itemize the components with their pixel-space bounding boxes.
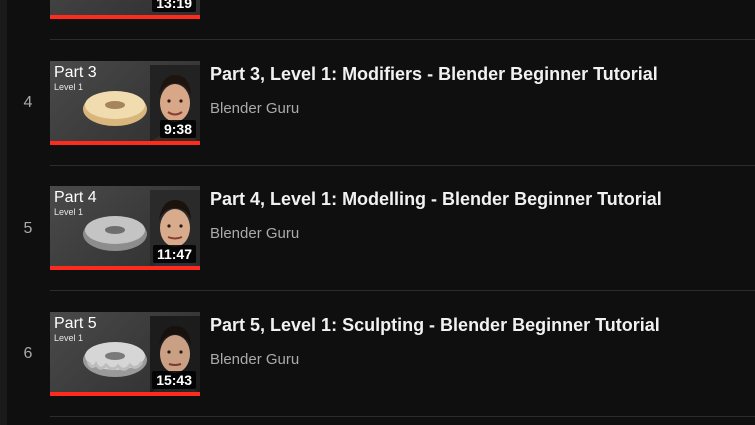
thumbnail-level-label: Level 1	[54, 333, 84, 343]
watch-progress-bar	[50, 392, 200, 396]
channel-name[interactable]: Blender Guru	[210, 225, 299, 242]
donut-icon	[83, 342, 147, 377]
playlist: 13:19 4 Part 3 Level 1 9:38 Part 3, Leve…	[0, 0, 755, 425]
video-thumbnail[interactable]: Part 3 Level 1 9:38	[50, 61, 200, 145]
playlist-item[interactable]: 4 Part 3 Level 1 9:38 Part 3, Level 1: M…	[0, 40, 755, 166]
donut-icon	[83, 216, 147, 251]
playlist-index: 4	[23, 94, 33, 111]
watch-progress-bar	[50, 141, 200, 145]
watch-progress-bar	[50, 15, 200, 19]
video-duration: 11:47	[152, 245, 196, 263]
watch-progress-bar	[50, 266, 200, 270]
video-thumbnail[interactable]: Part 4 Level 1 11:47	[50, 186, 200, 270]
thumbnail-part-label: Part 3	[54, 64, 97, 81]
donut-icon	[83, 91, 147, 126]
row-divider	[50, 416, 755, 417]
video-title[interactable]: Part 3, Level 1: Modifiers - Blender Beg…	[210, 64, 658, 85]
channel-name[interactable]: Blender Guru	[210, 100, 299, 117]
video-thumbnail-top[interactable]: 13:19	[50, 0, 200, 19]
video-title[interactable]: Part 5, Level 1: Sculpting - Blender Beg…	[210, 315, 660, 336]
playlist-index: 5	[23, 220, 33, 237]
video-thumbnail[interactable]: Part 5 Level 1 15:43	[50, 312, 200, 396]
video-duration: 15:43	[152, 371, 196, 389]
playlist-item[interactable]: 5 Part 4 Level 1 11:47 Part 4, Level 1: …	[0, 166, 755, 292]
video-duration: 9:38	[159, 120, 196, 138]
thumbnail-level-label: Level 1	[54, 82, 84, 92]
playlist-item[interactable]: 6 Part 5 Level 1 15:43 Part 5, Level 1: …	[0, 291, 755, 417]
thumbnail-part-label: Part 4	[54, 189, 97, 206]
thumbnail-level-label: Level 1	[54, 207, 84, 217]
playlist-index: 6	[23, 345, 33, 362]
video-title[interactable]: Part 4, Level 1: Modelling - Blender Beg…	[210, 189, 662, 210]
channel-name[interactable]: Blender Guru	[210, 351, 299, 368]
video-duration: 13:19	[152, 0, 196, 12]
thumbnail-part-label: Part 5	[54, 315, 97, 332]
